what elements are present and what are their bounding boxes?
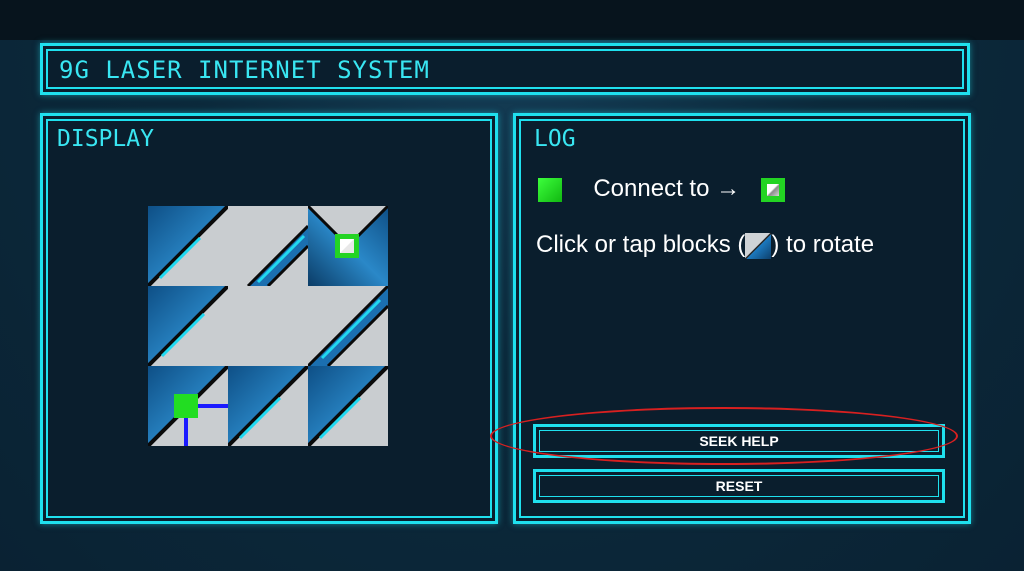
target-node-icon [761,177,786,202]
reset-label: RESET [715,478,763,494]
app-title: 9G LASER INTERNET SYSTEM [59,56,430,84]
connect-line: Connect to → [538,175,786,203]
reset-button[interactable]: RESET [533,469,945,503]
display-heading: DISPLAY [57,126,154,152]
title-panel: 9G LASER INTERNET SYSTEM [40,43,970,95]
instruction-before: Click or tap blocks ( [536,231,746,258]
tile-0-0[interactable] [148,206,228,286]
seek-help-label: SEEK HELP [699,433,779,449]
tile-0-2[interactable] [308,206,388,286]
connect-text: Connect to → [593,175,741,202]
puzzle-grid [148,206,388,446]
top-bar [0,0,1024,40]
tile-1-0[interactable] [148,286,228,366]
instruction-after: ) to rotate [771,231,875,258]
tile-1-2[interactable] [308,286,388,366]
log-heading: LOG [534,126,576,152]
tile-1-1[interactable] [228,286,308,366]
seek-help-button[interactable]: SEEK HELP [533,424,945,458]
instruction-line: Click or tap blocks ( ) to rotate [536,231,874,259]
tile-2-1[interactable] [228,366,308,446]
rotate-block-icon [745,232,772,259]
tile-2-0[interactable] [148,366,228,446]
tile-2-2[interactable] [308,366,388,446]
source-node-icon [538,177,562,202]
tile-0-1[interactable] [228,206,308,286]
